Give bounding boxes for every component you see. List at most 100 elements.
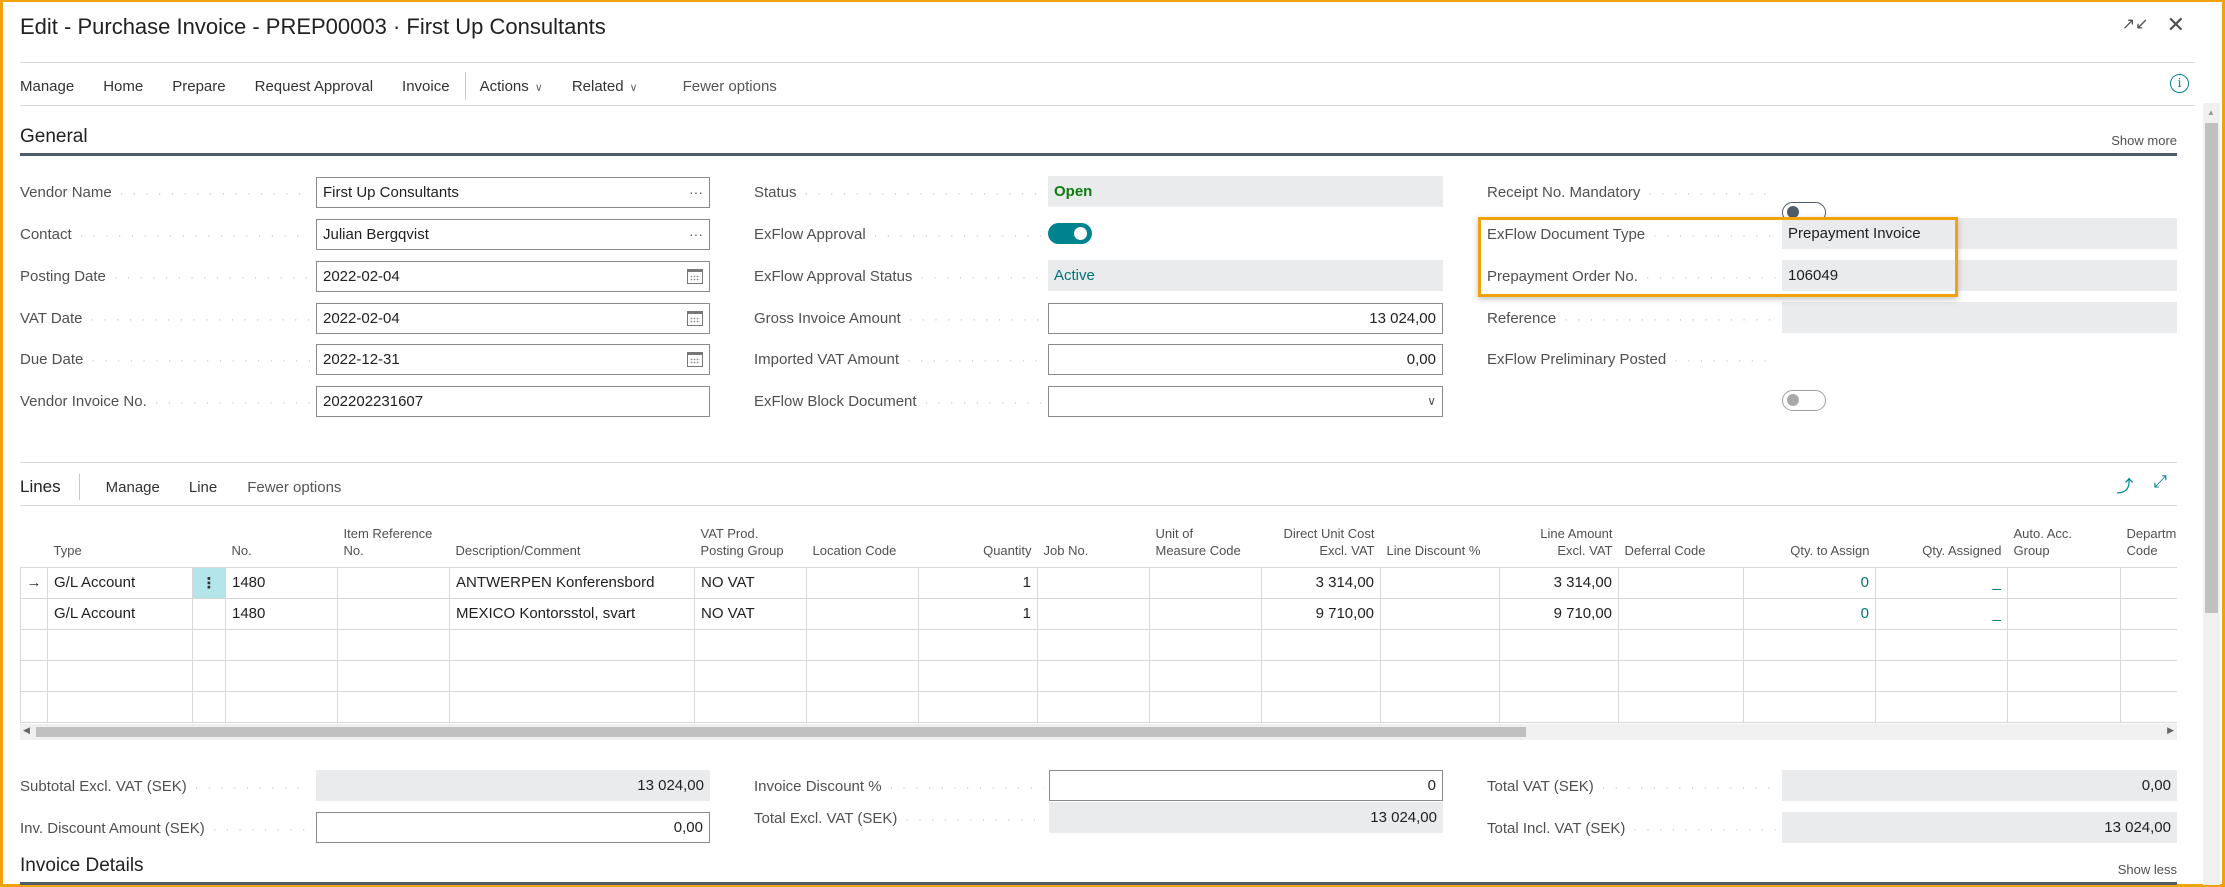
- posting-date-input[interactable]: 2022-02-04: [316, 261, 710, 292]
- lines-title[interactable]: Lines: [20, 477, 61, 497]
- cell-item-ref[interactable]: [337, 566, 450, 599]
- cell-empty[interactable]: [47, 690, 193, 723]
- cell-auto-acc[interactable]: [2007, 566, 2121, 599]
- cell-empty[interactable]: [1499, 628, 1619, 661]
- action-related-dropdown[interactable]: Related ∨: [572, 78, 638, 95]
- action-actions-dropdown[interactable]: Actions ∨: [480, 78, 543, 95]
- cell-quantity[interactable]: 1: [918, 597, 1038, 630]
- cell-qty-to-assign[interactable]: 0: [1743, 597, 1876, 630]
- grid-column-header[interactable]: Description/Comment: [450, 509, 695, 567]
- cell-line-disc[interactable]: [1380, 597, 1500, 630]
- action-request-approval[interactable]: Request Approval: [255, 78, 373, 95]
- cell-empty[interactable]: [1380, 628, 1500, 661]
- cell-empty[interactable]: [806, 690, 919, 723]
- contact-input[interactable]: Julian Bergqvist ···: [316, 219, 710, 250]
- cell-empty[interactable]: [1380, 659, 1500, 692]
- lines-action-manage[interactable]: Manage: [106, 479, 160, 496]
- cell-empty[interactable]: [1261, 690, 1381, 723]
- cell-empty[interactable]: [337, 628, 450, 661]
- cell-empty[interactable]: [1037, 628, 1150, 661]
- cell-empty[interactable]: [449, 628, 695, 661]
- action-prepare[interactable]: Prepare: [172, 78, 225, 95]
- cell-empty[interactable]: [694, 628, 807, 661]
- cell-empty[interactable]: [20, 628, 48, 661]
- cell-empty[interactable]: [2007, 659, 2121, 692]
- action-home[interactable]: Home: [103, 78, 143, 95]
- cell-empty[interactable]: [1743, 628, 1876, 661]
- grid-column-header[interactable]: Unit of Measure Code: [1150, 509, 1262, 567]
- expand-icon[interactable]: ⤢: [2153, 472, 2167, 497]
- cell-empty[interactable]: [20, 659, 48, 692]
- cell-line-amount[interactable]: 9 710,00: [1499, 597, 1619, 630]
- cell-type[interactable]: G/L Account: [47, 597, 193, 630]
- inv-discount-amount-input[interactable]: 0,00: [316, 812, 710, 843]
- cell-vat-prod[interactable]: NO VAT: [694, 566, 807, 599]
- cell-empty[interactable]: [337, 690, 450, 723]
- cell-empty[interactable]: [225, 690, 338, 723]
- table-row-empty[interactable]: [20, 690, 2177, 723]
- cell-empty[interactable]: [1618, 659, 1744, 692]
- scrollbar-thumb[interactable]: [2205, 123, 2218, 613]
- cell-description[interactable]: MEXICO Kontorsstol, svart: [449, 597, 695, 630]
- show-more-link[interactable]: Show more: [2111, 133, 2177, 148]
- cell-dept[interactable]: [2120, 566, 2177, 599]
- grid-column-header[interactable]: Qty. to Assign: [1744, 509, 1876, 567]
- imported-vat-amount-input[interactable]: 0,00: [1048, 344, 1443, 375]
- grid-column-header[interactable]: No.: [226, 509, 338, 567]
- cell-empty[interactable]: [806, 659, 919, 692]
- cell-empty[interactable]: [1499, 659, 1619, 692]
- cell-type[interactable]: G/L Account: [47, 566, 193, 599]
- cell-empty[interactable]: [1149, 628, 1262, 661]
- section-invoice-details-title[interactable]: Invoice Details: [20, 855, 144, 877]
- calendar-icon[interactable]: [687, 352, 703, 367]
- cell-location[interactable]: [806, 566, 919, 599]
- cell-deferral[interactable]: [1618, 597, 1744, 630]
- cell-empty[interactable]: [2120, 690, 2177, 723]
- exflow-block-document-select[interactable]: ∨: [1048, 386, 1443, 417]
- cell-empty[interactable]: [1261, 659, 1381, 692]
- action-invoice[interactable]: Invoice: [402, 78, 450, 95]
- cell-empty[interactable]: [192, 690, 226, 723]
- grid-column-header[interactable]: VAT Prod. Posting Group: [695, 509, 807, 567]
- cell-menu[interactable]: ⋮: [192, 566, 226, 599]
- table-row-empty[interactable]: [20, 659, 2177, 692]
- vendor-invoice-no-input[interactable]: 202202231607: [316, 386, 710, 417]
- action-fewer-options[interactable]: Fewer options: [683, 78, 777, 95]
- cell-empty[interactable]: [47, 628, 193, 661]
- vendor-name-input[interactable]: First Up Consultants ···: [316, 177, 710, 208]
- cell-empty[interactable]: [2007, 690, 2121, 723]
- horizontal-scrollbar[interactable]: ◀ ▶: [20, 724, 2177, 740]
- grid-column-header[interactable]: Deferral Code: [1619, 509, 1744, 567]
- table-row[interactable]: G/L Account 1480 MEXICO Kontorsstol, svart…: [20, 597, 2177, 630]
- cell-empty[interactable]: [806, 628, 919, 661]
- lookup-ellipsis-icon[interactable]: ···: [689, 220, 703, 249]
- cell-no[interactable]: 1480: [225, 597, 338, 630]
- table-row[interactable]: → G/L Account ⋮ 1480 ANTWERPEN Konferensbord…: [20, 566, 2177, 599]
- cell-vat-prod[interactable]: NO VAT: [694, 597, 807, 630]
- cell-empty[interactable]: [1618, 628, 1744, 661]
- lines-action-line[interactable]: Line: [189, 479, 217, 496]
- cell-job-no[interactable]: [1037, 597, 1150, 630]
- cell-menu[interactable]: [192, 597, 226, 630]
- info-icon[interactable]: i: [2170, 74, 2189, 93]
- cell-empty[interactable]: [1743, 659, 1876, 692]
- cell-unit-cost[interactable]: 9 710,00: [1261, 597, 1381, 630]
- cell-empty[interactable]: [337, 659, 450, 692]
- cell-qty-assigned[interactable]: _: [1875, 597, 2008, 630]
- cell-location[interactable]: [806, 597, 919, 630]
- cell-empty[interactable]: [1875, 690, 2008, 723]
- cell-description[interactable]: ANTWERPEN Konferensbord: [449, 566, 695, 599]
- calendar-icon[interactable]: [687, 311, 703, 326]
- table-row-empty[interactable]: [20, 628, 2177, 661]
- cell-line-disc[interactable]: [1380, 566, 1500, 599]
- cell-empty[interactable]: [1149, 690, 1262, 723]
- cell-no[interactable]: 1480: [225, 566, 338, 599]
- cell-empty[interactable]: [192, 628, 226, 661]
- exflow-approval-toggle[interactable]: [1048, 223, 1092, 244]
- lookup-ellipsis-icon[interactable]: ···: [689, 178, 703, 207]
- grid-column-header[interactable]: [193, 509, 226, 567]
- grid-column-header[interactable]: Line Amount Excl. VAT: [1500, 509, 1619, 567]
- cell-quantity[interactable]: 1: [918, 566, 1038, 599]
- cell-empty[interactable]: [2007, 628, 2121, 661]
- cell-empty[interactable]: [225, 628, 338, 661]
